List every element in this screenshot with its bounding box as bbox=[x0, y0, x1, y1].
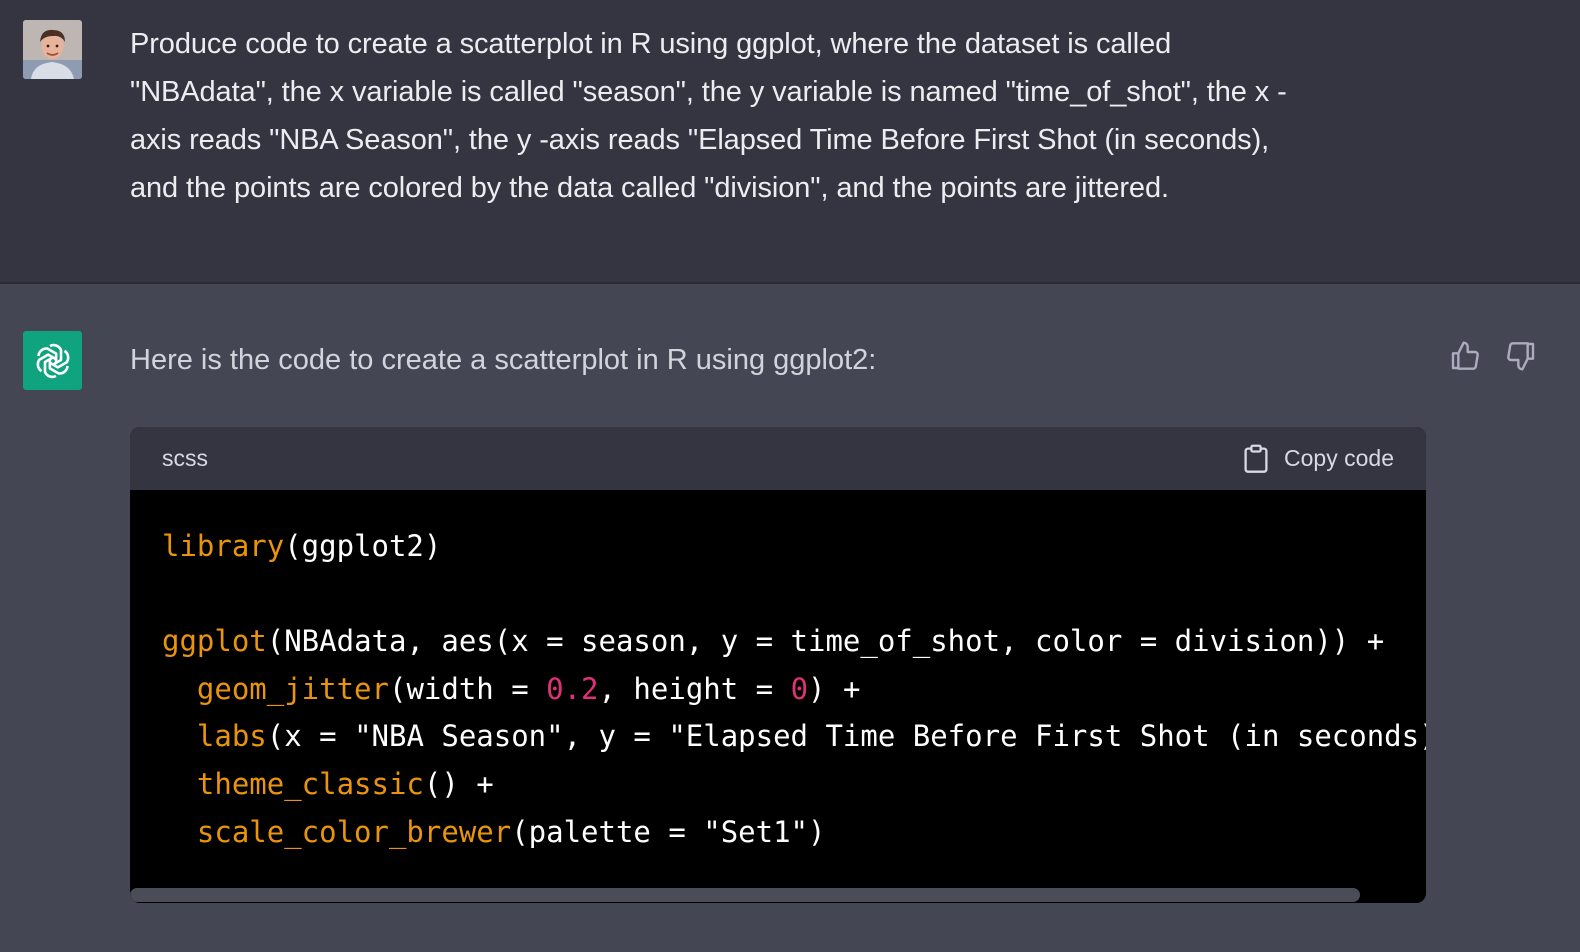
copy-code-button[interactable]: Copy code bbox=[1242, 444, 1394, 474]
copy-code-label: Copy code bbox=[1284, 445, 1394, 471]
code-header: scss Copy code bbox=[130, 427, 1426, 490]
code-text-token: () + bbox=[423, 766, 494, 801]
code-language-label: scss bbox=[162, 445, 208, 471]
code-text-token: (ggplot2) bbox=[284, 529, 442, 563]
thumbs-up-icon bbox=[1451, 341, 1479, 370]
code-text-token: (palette = "Set1") bbox=[511, 814, 826, 849]
prompt-line: and the points are colored by the data c… bbox=[130, 172, 1169, 204]
thumbs-down-button[interactable] bbox=[1503, 338, 1539, 374]
code-line: ggplot(NBAdata, aes(x = season, y = time… bbox=[162, 618, 1426, 666]
user-prompt: Produce code to create a scatterplot in … bbox=[130, 20, 1440, 212]
code-text-token: (x = "NBA Season", y = "Elapsed Time Bef… bbox=[266, 719, 1426, 754]
prompt-line: "NBAdata", the x variable is called "sea… bbox=[130, 76, 1287, 108]
code-text-token: (width = bbox=[388, 671, 547, 706]
code-line: scale_color_brewer(palette = "Set1") bbox=[162, 809, 1426, 857]
thumbs-down-icon bbox=[1507, 342, 1535, 371]
code-line: theme_classic() + bbox=[162, 761, 1426, 809]
code-function-token: labs bbox=[196, 719, 267, 754]
code-function-token: theme_classic bbox=[196, 766, 424, 801]
code-body: library(ggplot2) ggplot(NBAdata, aes(x =… bbox=[130, 490, 1426, 903]
openai-logo-icon bbox=[36, 343, 69, 378]
user-avatar bbox=[23, 20, 82, 79]
clipboard-icon bbox=[1244, 444, 1268, 473]
code-number-token: 0 bbox=[790, 671, 809, 706]
code-function-token: ggplot bbox=[162, 624, 267, 659]
code-text-token: (NBAdata, aes(x = season, y = time_of_sh… bbox=[266, 624, 1385, 659]
thumbs-up-button[interactable] bbox=[1447, 338, 1483, 374]
code-text-token: , height = bbox=[598, 671, 791, 706]
code-text-token: ) + bbox=[808, 671, 861, 706]
horizontal-scrollbar[interactable] bbox=[130, 887, 1426, 903]
code-function-token: geom_jitter bbox=[196, 671, 389, 706]
code-function-token: scale_color_brewer bbox=[196, 814, 512, 849]
user-message: Produce code to create a scatterplot in … bbox=[0, 0, 1580, 284]
assistant-message: Here is the code to create a scatterplot… bbox=[0, 284, 1580, 952]
code-function-token: library bbox=[162, 529, 285, 563]
user-photo-avatar bbox=[23, 20, 82, 79]
code-line: labs(x = "NBA Season", y = "Elapsed Time… bbox=[162, 713, 1426, 761]
scrollbar-thumb[interactable] bbox=[130, 888, 1360, 902]
assistant-avatar bbox=[23, 331, 82, 390]
assistant-intro-text: Here is the code to create a scatterplot… bbox=[130, 344, 877, 376]
code-block: scss Copy code library(ggplot2) ggplot(N… bbox=[130, 427, 1426, 903]
prompt-line: axis reads "NBA Season", the y -axis rea… bbox=[130, 124, 1270, 156]
code-line: library(ggplot2) bbox=[162, 523, 1426, 571]
prompt-line: Produce code to create a scatterplot in … bbox=[130, 28, 1172, 60]
code-line: geom_jitter(width = 0.2, height = 0) + bbox=[162, 666, 1426, 714]
code-number-token: 0.2 bbox=[546, 671, 599, 706]
